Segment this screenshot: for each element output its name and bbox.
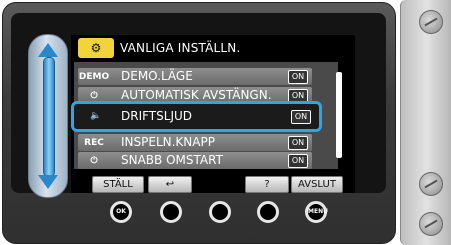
menu-header: ⚙ VANLIGA INSTÄLLN. (78, 38, 240, 58)
menu-item-label: DEMO.LÄGE (121, 69, 193, 83)
hinge-panel (400, 0, 451, 245)
ok-button[interactable]: OK (110, 201, 132, 223)
menu-item-label: SNABB OMSTART (121, 153, 223, 167)
scrollbar[interactable] (336, 72, 342, 158)
status-badge: ON (291, 110, 311, 124)
status-badge: ON (288, 136, 308, 150)
slider-down-arrow-icon[interactable] (38, 175, 58, 189)
menu-item-label: AUTOMATISK AVSTÄNGN. (121, 88, 272, 102)
back-button[interactable]: ↩ (148, 176, 192, 193)
menu-item-demo[interactable]: DEMO DEMO.LÄGE ON (78, 68, 312, 85)
speaker-icon: 🔈 (90, 110, 102, 121)
status-badge: ON (288, 154, 308, 168)
menu-title: VANLIGA INSTÄLLN. (120, 41, 241, 55)
quick-restart-icon: ⏻ (90, 155, 98, 166)
screw-icon (419, 172, 443, 196)
demo-icon: DEMO (78, 71, 110, 82)
hardware-button-4[interactable] (257, 201, 279, 223)
camera-body: ⚙ VANLIGA INSTÄLLN. DEMO DEMO.LÄGE ON ⏻ … (0, 0, 451, 245)
menu-item-label: INSPELN.KNAPP (121, 135, 215, 149)
screw-icon (419, 10, 443, 34)
menu-item-record-button[interactable]: REC INSPELN.KNAPP ON (78, 134, 312, 151)
hardware-button-3[interactable] (209, 201, 231, 223)
menu-item-quick-restart[interactable]: ⏻ SNABB OMSTART ON (78, 152, 312, 169)
set-button[interactable]: STÄLL (92, 176, 144, 193)
button-bar: STÄLL ↩ ? AVSLUT (92, 176, 343, 193)
status-badge: ON (288, 70, 308, 84)
screw-icon (419, 212, 443, 236)
help-button[interactable]: ? (245, 176, 289, 193)
slider-up-arrow-icon[interactable] (38, 43, 58, 57)
menu-item-label: DRIFTSLJUD (121, 109, 193, 123)
settings-icon: ⚙ (78, 38, 114, 58)
quit-button[interactable]: AVSLUT (291, 176, 343, 193)
touch-slider[interactable] (28, 34, 68, 198)
hardware-button-2[interactable] (160, 201, 182, 223)
menu-item-operation-sound[interactable]: 🔈 DRIFTSLJUD ON (71, 101, 322, 132)
menu-button[interactable]: MENU (305, 201, 328, 223)
rec-icon: REC (84, 137, 104, 148)
slider-track[interactable] (43, 57, 55, 177)
